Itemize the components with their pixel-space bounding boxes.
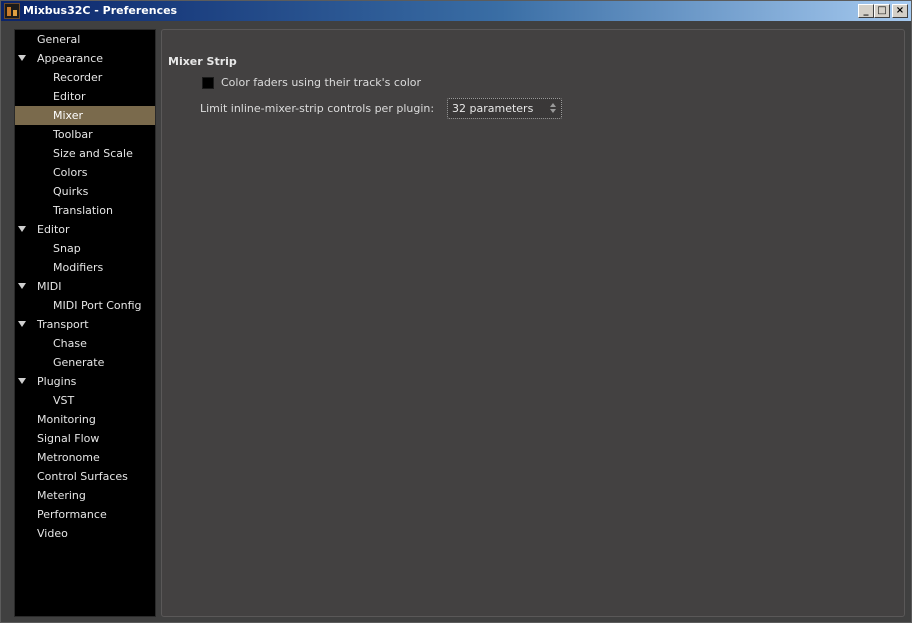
color-faders-checkbox[interactable] <box>202 77 214 89</box>
sidebar-item-label: MIDI <box>37 280 62 293</box>
sidebar-item-label: Metering <box>37 489 86 502</box>
sidebar-item-editor[interactable]: Editor <box>15 87 155 106</box>
mixer-preferences-panel: Mixer Strip Color faders using their tra… <box>161 29 905 617</box>
sidebar-item-midi-port-config[interactable]: MIDI Port Config <box>15 296 155 315</box>
sidebar-item-vst[interactable]: VST <box>15 391 155 410</box>
preferences-window: Mixbus32C - Preferences _ □ × General App… <box>0 0 912 623</box>
sidebar-item-label: Toolbar <box>53 128 93 141</box>
sidebar-item-label: Control Surfaces <box>37 470 128 483</box>
expander-triangle-icon[interactable] <box>18 55 26 61</box>
section-title: Mixer Strip <box>168 55 237 68</box>
sidebar-item-label: Translation <box>53 204 113 217</box>
sidebar-item-video[interactable]: Video <box>15 524 155 543</box>
close-button[interactable]: × <box>892 4 908 18</box>
sidebar-item-signal-flow[interactable]: Signal Flow <box>15 429 155 448</box>
maximize-button[interactable]: □ <box>874 4 890 18</box>
sidebar-item-snap[interactable]: Snap <box>15 239 155 258</box>
window-title: Mixbus32C - Preferences <box>23 4 178 17</box>
sidebar-item-general[interactable]: General <box>15 30 155 49</box>
sidebar-item-control-surfaces[interactable]: Control Surfaces <box>15 467 155 486</box>
sidebar-item-generate[interactable]: Generate <box>15 353 155 372</box>
sidebar-item-label: Chase <box>53 337 87 350</box>
limit-controls-dropdown[interactable]: 32 parameters <box>447 98 562 119</box>
sidebar-item-label: Size and Scale <box>53 147 133 160</box>
preferences-sidebar: General Appearance Recorder Editor Mixer Tool… <box>14 29 156 617</box>
sidebar-item-label: Mixer <box>53 109 84 122</box>
sidebar-item-size-and-scale[interactable]: Size and Scale <box>15 144 155 163</box>
expander-triangle-icon[interactable] <box>18 226 26 232</box>
color-faders-label[interactable]: Color faders using their track's color <box>221 76 421 89</box>
sidebar-item-label: Modifiers <box>53 261 104 274</box>
sidebar-item-quirks[interactable]: Quirks <box>15 182 155 201</box>
sidebar-item-metronome[interactable]: Metronome <box>15 448 155 467</box>
updown-arrows-icon <box>550 103 556 114</box>
sidebar-item-editor[interactable]: Editor <box>15 220 155 239</box>
sidebar-item-plugins[interactable]: Plugins <box>15 372 155 391</box>
sidebar-item-toolbar[interactable]: Toolbar <box>15 125 155 144</box>
expander-triangle-icon[interactable] <box>18 378 26 384</box>
sidebar-item-modifiers[interactable]: Modifiers <box>15 258 155 277</box>
sidebar-item-monitoring[interactable]: Monitoring <box>15 410 155 429</box>
expander-triangle-icon[interactable] <box>18 321 26 327</box>
sidebar-item-metering[interactable]: Metering <box>15 486 155 505</box>
limit-controls-label: Limit inline-mixer-strip controls per pl… <box>200 102 435 115</box>
sidebar-item-label: Appearance <box>37 52 104 65</box>
sidebar-item-label: VST <box>53 394 75 407</box>
sidebar-item-label: Editor <box>53 90 86 103</box>
sidebar-item-label: Performance <box>37 508 107 521</box>
sidebar-item-label: MIDI Port Config <box>53 299 142 312</box>
sidebar-item-midi[interactable]: MIDI <box>15 277 155 296</box>
sidebar-item-colors[interactable]: Colors <box>15 163 155 182</box>
title-bar[interactable]: Mixbus32C - Preferences _ □ × <box>1 1 911 21</box>
sidebar-item-transport[interactable]: Transport <box>15 315 155 334</box>
sidebar-item-label: General <box>37 33 81 46</box>
sidebar-item-label: Editor <box>37 223 70 236</box>
sidebar-item-label: Recorder <box>53 71 103 84</box>
limit-controls-value: 32 parameters <box>452 102 534 115</box>
sidebar-item-label: Transport <box>37 318 89 331</box>
sidebar-item-label: Colors <box>53 166 88 179</box>
sidebar-item-label: Plugins <box>37 375 77 388</box>
expander-triangle-icon[interactable] <box>18 283 26 289</box>
sidebar-item-appearance[interactable]: Appearance <box>15 49 155 68</box>
mixbus-app-icon <box>4 3 20 19</box>
sidebar-item-label: Video <box>37 527 68 540</box>
sidebar-item-label: Quirks <box>53 185 89 198</box>
sidebar-item-recorder[interactable]: Recorder <box>15 68 155 87</box>
sidebar-item-label: Signal Flow <box>37 432 100 445</box>
sidebar-item-performance[interactable]: Performance <box>15 505 155 524</box>
sidebar-item-chase[interactable]: Chase <box>15 334 155 353</box>
sidebar-item-translation[interactable]: Translation <box>15 201 155 220</box>
sidebar-item-label: Metronome <box>37 451 100 464</box>
sidebar-item-label: Snap <box>53 242 81 255</box>
sidebar-item-label: Monitoring <box>37 413 96 426</box>
minimize-button[interactable]: _ <box>858 4 874 18</box>
sidebar-item-mixer[interactable]: Mixer <box>15 106 155 125</box>
sidebar-item-label: Generate <box>53 356 105 369</box>
